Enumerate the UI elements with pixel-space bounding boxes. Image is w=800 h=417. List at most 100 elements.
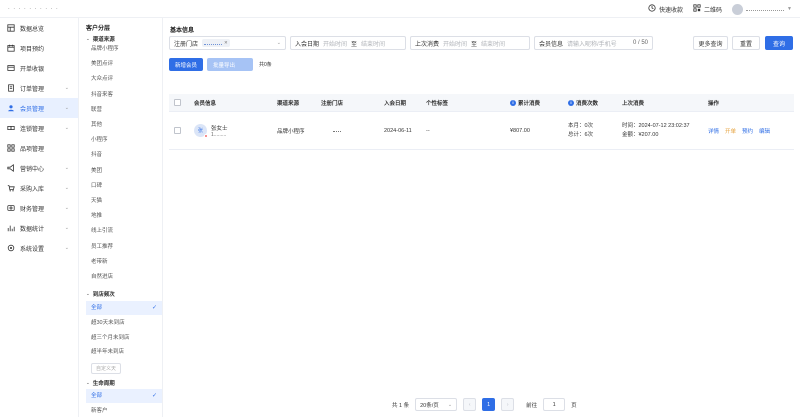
filter-item-lifecycle[interactable]: 全部 ✓ bbox=[86, 389, 162, 403]
member-search-input[interactable]: 请输入昵称/手机号 bbox=[567, 39, 617, 48]
sidebar-item-order[interactable]: 订单管理 ⌄ bbox=[0, 78, 78, 98]
sidebar-item-stats[interactable]: 数据统计 ⌄ bbox=[0, 218, 78, 238]
sidebar-item-marketing[interactable]: 营销中心 ⌄ bbox=[0, 158, 78, 178]
settings-icon bbox=[7, 244, 15, 252]
filter-item-lifecycle[interactable]: 新客户 bbox=[91, 404, 108, 417]
join-date-range[interactable]: 入会日期 开始时间 至 结束时间 bbox=[290, 36, 406, 50]
member-table: 会员信息 渠道来源 注册门店 入会日期 个性标签 i 累计消费 i 消费次数 上次消… bbox=[169, 94, 794, 150]
store-select[interactable]: 注册门店 ✕ ⌄ bbox=[169, 36, 286, 50]
goto-page-input[interactable]: 1 bbox=[543, 398, 566, 411]
join-start-input[interactable]: 开始时间 bbox=[323, 39, 347, 48]
app-logo[interactable]: . . . . . . . . . . bbox=[8, 5, 59, 11]
sidebar-item-settings[interactable]: 系统设置 ⌄ bbox=[0, 238, 78, 258]
filter-item-channel[interactable]: 天猫 bbox=[91, 194, 102, 208]
header-member-info: 会员信息 bbox=[194, 100, 217, 107]
header-total-spend: i 累计消费 bbox=[505, 99, 563, 107]
filter-item-label: 超30天未到店 bbox=[91, 319, 125, 326]
pagination: 共 1 条 20条/页 ⌄ ‹ 1 › 前往 1 页 bbox=[392, 398, 577, 411]
filter-group-label: 生命周期 bbox=[92, 381, 115, 387]
open-order-link[interactable]: 开单 bbox=[725, 127, 736, 135]
filter-group-visit[interactable]: ⌄ 到店频次 bbox=[86, 290, 115, 298]
header-total-spend-label: 累计消费 bbox=[518, 100, 541, 107]
add-member-button[interactable]: 新增会员 bbox=[169, 58, 204, 71]
last-start-input[interactable]: 开始时间 bbox=[443, 39, 467, 48]
sidebar-item-finance[interactable]: 财务管理 ⌄ bbox=[0, 198, 78, 218]
page-size-select[interactable]: 20条/页 ⌄ bbox=[415, 398, 458, 411]
filter-item-channel[interactable]: 地推 bbox=[91, 209, 102, 223]
filter-item-label: 全部 bbox=[91, 393, 103, 399]
row-checkbox[interactable] bbox=[174, 127, 181, 134]
filter-item-channel[interactable]: 其他 bbox=[91, 118, 102, 132]
close-icon[interactable]: ✕ bbox=[224, 40, 228, 46]
sidebar-item-purchase[interactable]: 采购入库 ⌄ bbox=[0, 178, 78, 198]
filter-item-channel[interactable]: 美团 bbox=[91, 164, 102, 178]
info-icon[interactable]: i bbox=[510, 100, 516, 107]
store-name bbox=[333, 129, 341, 132]
sidebar-item-item[interactable]: 品项管理 bbox=[0, 138, 78, 158]
sidebar-item-chain[interactable]: 连锁管理 ⌄ bbox=[0, 118, 78, 138]
reset-button[interactable]: 重置 bbox=[732, 36, 760, 50]
sidebar-item-member[interactable]: 会员管理 ⌄ bbox=[0, 98, 78, 118]
quick-cashier-button[interactable]: 快速收款 bbox=[648, 4, 683, 14]
sidebar-item-calendar[interactable]: 项目预约 bbox=[0, 38, 78, 58]
filter-item-channel[interactable]: 口碑 bbox=[91, 179, 102, 193]
custom-days-input[interactable]: 自定义天 bbox=[91, 363, 122, 374]
filter-item-channel[interactable]: 员工推荐 bbox=[91, 240, 113, 254]
user-menu[interactable]: ▼ bbox=[732, 3, 792, 15]
filter-item-channel[interactable]: 自然进店 bbox=[91, 270, 113, 284]
chevron-down-icon: ⌄ bbox=[64, 125, 69, 131]
last-spend-cell: 时间：2024-07-12 23:02:37 金额：¥207.00 bbox=[617, 122, 703, 140]
calendar-icon bbox=[7, 44, 15, 52]
qrcode-button[interactable]: 二维码 bbox=[693, 4, 722, 14]
join-end-input[interactable]: 结束时间 bbox=[361, 39, 385, 48]
filter-item-visit[interactable]: 超30天未到店 bbox=[91, 316, 125, 330]
next-page-button[interactable]: › bbox=[501, 398, 515, 411]
order-icon bbox=[7, 84, 15, 92]
filter-item-label: 新客户 bbox=[91, 408, 108, 414]
filter-item-channel[interactable]: 小程序 bbox=[91, 133, 108, 147]
header-actions: 操作 bbox=[708, 100, 720, 107]
filter-item-channel[interactable]: 联营 bbox=[91, 103, 102, 117]
chevron-down-icon: ⌄ bbox=[86, 380, 90, 385]
filter-item-visit[interactable]: 超三个月未到店 bbox=[91, 331, 130, 345]
store-tag[interactable]: ✕ bbox=[202, 39, 230, 47]
check-icon: ✓ bbox=[151, 393, 157, 399]
member-info-label: 会员信息 bbox=[539, 41, 564, 48]
filter-item-channel[interactable]: 老带新 bbox=[91, 255, 108, 269]
cashier-icon bbox=[7, 64, 15, 72]
filter-item-channel[interactable]: 品牌小程序 bbox=[91, 42, 119, 56]
select-all-checkbox[interactable] bbox=[174, 99, 181, 106]
last-end-input[interactable]: 结束时间 bbox=[481, 39, 505, 48]
chain-icon bbox=[7, 124, 15, 132]
prev-page-button[interactable]: ‹ bbox=[463, 398, 477, 411]
header-last-spend: 上次消费 bbox=[622, 100, 645, 107]
query-button[interactable]: 查询 bbox=[765, 36, 793, 50]
customer-segment-panel: 客户分层 ⌄ 渠道来源 品牌小程序 美团点评 大众点评 抖音来客 联营 其他 小程序 抖音 美团 口碑… bbox=[80, 18, 163, 417]
more-query-button[interactable]: 更多查询 bbox=[693, 36, 728, 50]
filter-item-visit[interactable]: 全部 ✓ bbox=[86, 301, 162, 315]
filter-title: 客户分层 bbox=[86, 26, 111, 32]
sidebar-item-dashboard[interactable]: 数据总览 bbox=[0, 18, 78, 38]
page-number-current[interactable]: 1 bbox=[482, 398, 496, 411]
info-icon[interactable]: i bbox=[568, 100, 574, 107]
member-search-field[interactable]: 会员信息 请输入昵称/手机号 0 / 50 bbox=[534, 36, 653, 50]
batch-export-button[interactable]: 批量导出 bbox=[207, 58, 254, 71]
detail-link[interactable]: 详情 bbox=[708, 127, 719, 135]
filter-item-channel[interactable]: 美团点评 bbox=[91, 57, 113, 71]
table-row[interactable]: 张 张女士 1......... 品牌小程序 2024-06-11 -- ¥80… bbox=[169, 112, 794, 150]
filter-item-visit[interactable]: 超半年未到店 bbox=[91, 345, 124, 359]
filter-item-channel[interactable]: 大众点评 bbox=[91, 72, 113, 86]
actions-cell: 详情 开单 预约 编辑 bbox=[703, 127, 793, 135]
sidebar-item-cashier[interactable]: 开单收银 bbox=[0, 58, 78, 78]
filter-item-channel[interactable]: 抖音 bbox=[91, 148, 102, 162]
edit-link[interactable]: 编辑 bbox=[759, 127, 770, 135]
filter-item-channel[interactable]: 线上引流 bbox=[91, 224, 113, 238]
filter-item-channel[interactable]: 抖音来客 bbox=[91, 88, 113, 102]
header-tags: 个性标签 bbox=[426, 100, 449, 107]
sidebar-item-label: 订单管理 bbox=[20, 86, 45, 93]
last-spend-range[interactable]: 上次消费 开始时间 至 结束时间 bbox=[410, 36, 530, 50]
filter-group-lifecycle[interactable]: ⌄ 生命周期 bbox=[86, 379, 115, 387]
chevron-down-icon: ⌄ bbox=[64, 185, 69, 191]
book-link[interactable]: 预约 bbox=[742, 127, 753, 135]
member-name[interactable]: 张女士 bbox=[211, 124, 228, 132]
